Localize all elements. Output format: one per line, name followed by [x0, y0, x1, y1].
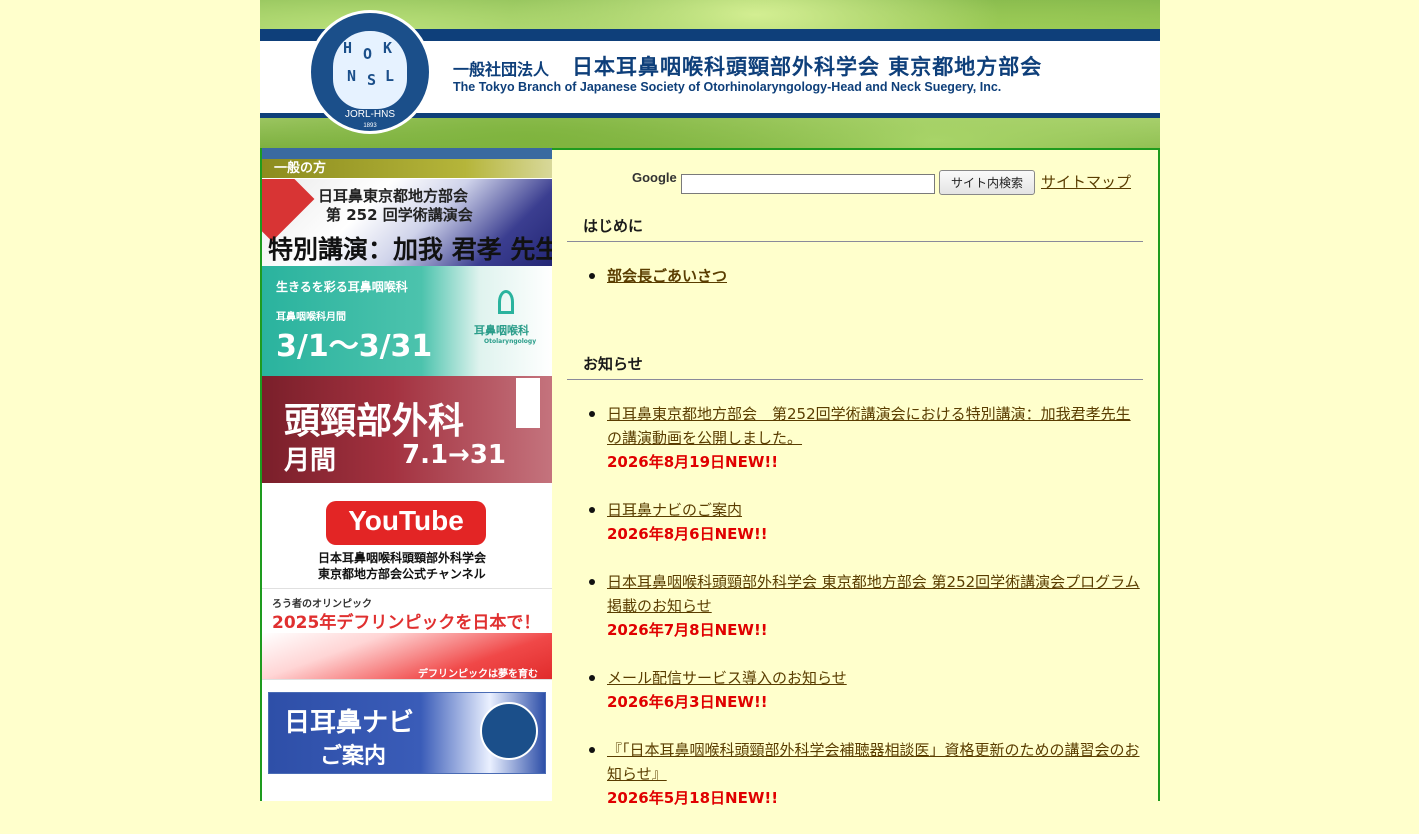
sidebar-section-title: 一般の方: [262, 159, 552, 178]
news-link[interactable]: 日耳鼻東京都地方部会 第252回学術講演会における特別講演：加我君孝先生の講演動…: [607, 405, 1131, 447]
list-item: 部会長ごあいさつ: [589, 264, 1143, 288]
news-item: 日耳鼻ナビのご案内 2026年8月6日NEW!!: [589, 498, 1143, 546]
sidebar-top-bar: [262, 148, 552, 159]
news-item: 日耳鼻東京都地方部会 第252回学術講演会における特別講演：加我君孝先生の講演動…: [589, 402, 1143, 474]
banner-text: ご案内: [320, 744, 387, 769]
intro-list: 部会長ごあいさつ: [567, 264, 1143, 288]
news-link[interactable]: 日本耳鼻咽喉科頭頸部外科学会 東京都地方部会 第252回学術講演会プログラム掲載…: [607, 573, 1140, 615]
banner-special-lecture[interactable]: 日耳鼻東京都地方部会 第 252 回学術講演会 特別講演：加我 君孝 先生: [262, 179, 552, 266]
banner-text: 第 252 回学術講演会: [326, 206, 473, 224]
news-link[interactable]: 『「日本耳鼻咽喉科頭頸部外科学会補聴器相談医」資格更新のための講習会のお知らせ』: [607, 741, 1140, 783]
news-item: 日本耳鼻咽喉科頭頸部外科学会 東京都地方部会 第252回学術講演会プログラム掲載…: [589, 570, 1143, 642]
banner-text: 日本耳鼻咽喉科頭頸部外科学会: [318, 551, 487, 565]
banner-jibi-navi[interactable]: 日耳鼻ナビ ご案内: [262, 680, 552, 801]
sidebar: 一般の方 日耳鼻東京都地方部会 第 252 回学術講演会 特別講演：加我 君孝 …: [260, 148, 552, 801]
news-date: 2026年5月18日NEW!!: [607, 789, 779, 807]
ribbon-icon: [516, 378, 540, 428]
banner-ent-month[interactable]: 生きるを彩る耳鼻咽喉科 耳鼻咽喉科月間 3/1～3/31 耳鼻咽喉科 Otola…: [262, 266, 552, 376]
search-input[interactable]: [681, 174, 935, 194]
banner-youtube[interactable]: YouTube 日本耳鼻咽喉科頭頸部外科学会 東京都地方部会公式チャンネル: [262, 483, 552, 588]
org-type: 一般社団法人: [453, 60, 550, 79]
banner-text: 生きるを彩る耳鼻咽喉科: [276, 280, 408, 294]
banner-text: 日耳鼻東京都地方部会: [318, 187, 469, 205]
section-heading-text: お知らせ: [583, 355, 643, 373]
main-content: Google サイト内検索 サイトマップ はじめに 部会長ごあいさつ お知らせ …: [552, 148, 1160, 807]
banner-text: 日耳鼻ナビ: [284, 708, 415, 738]
sitemap-link[interactable]: サイトマップ: [1041, 171, 1131, 192]
banner-text: 東京都地方部会公式チャンネル: [318, 567, 486, 581]
society-logo-icon: [480, 702, 538, 760]
banner-text: 3/1～3/31: [276, 329, 433, 364]
banner-logo-text: 耳鼻咽喉科: [474, 324, 529, 337]
page-wrapper: H O K N S L JORL-HNS 1893 一般社団法人 日本耳鼻咽喉科…: [260, 0, 1160, 807]
section-heading-text: はじめに: [583, 217, 644, 235]
news-list: 日耳鼻東京都地方部会 第252回学術講演会における特別講演：加我君孝先生の講演動…: [567, 402, 1143, 834]
search-bar: Google サイト内検索 サイトマップ: [632, 170, 1152, 198]
news-section-heading: お知らせ: [567, 344, 1143, 380]
site-header: H O K N S L JORL-HNS 1893 一般社団法人 日本耳鼻咽喉科…: [260, 0, 1160, 148]
banner-text: 7.1→31: [402, 440, 507, 470]
banner-text: 頭頸部外科: [284, 401, 465, 442]
logo-text: JORL-HNS: [344, 109, 395, 120]
banner-text: 月間: [284, 446, 337, 476]
org-name-en: The Tokyo Branch of Japanese Society of …: [453, 80, 1002, 94]
banner-text: 特別講演：加我 君孝 先生: [268, 235, 552, 264]
banner-deaflympics[interactable]: ろう者のオリンピック 2025年デフリンピックを日本で！ デフリンピックは夢を育…: [262, 588, 552, 680]
banner-text: 2025年デフリンピックを日本で！: [272, 613, 541, 633]
news-item: メール配信サービス導入のお知らせ 2026年6月3日NEW!!: [589, 666, 1143, 714]
news-link[interactable]: 日耳鼻ナビのご案内: [607, 501, 742, 519]
banner-head-neck-month[interactable]: 頭頸部外科 月間 7.1→31: [262, 376, 552, 483]
org-name: 日本耳鼻咽喉科頭頸部外科学会 東京都地方部会: [572, 55, 1043, 79]
google-label: Google: [632, 170, 677, 185]
news-date: 2026年8月6日NEW!!: [607, 525, 768, 543]
news-link[interactable]: メール配信サービス導入のお知らせ: [607, 669, 847, 687]
logo-head-icon: H O K N S L: [333, 31, 407, 109]
news-date: 2026年6月3日NEW!!: [607, 693, 768, 711]
site-search-button[interactable]: サイト内検索: [939, 170, 1035, 195]
news-item: 『「日本耳鼻咽喉科頭頸部外科学会補聴器相談医」資格更新のための講習会のお知らせ』…: [589, 738, 1143, 810]
youtube-logo-text: YouTube: [348, 505, 464, 536]
news-date: 2026年8月19日NEW!!: [607, 453, 779, 471]
logo-year: 1893: [363, 123, 377, 129]
banner-text: デフリンピックは夢を育む: [418, 669, 538, 680]
society-logo[interactable]: H O K N S L JORL-HNS 1893: [308, 10, 432, 134]
banner-logo-subtext: Otolaryngology: [484, 338, 537, 345]
intro-section-heading: はじめに: [567, 206, 1143, 242]
news-date: 2026年7月8日NEW!!: [607, 621, 768, 639]
chairman-greeting-link[interactable]: 部会長ごあいさつ: [607, 267, 727, 285]
ribbon-icon: [498, 290, 514, 314]
